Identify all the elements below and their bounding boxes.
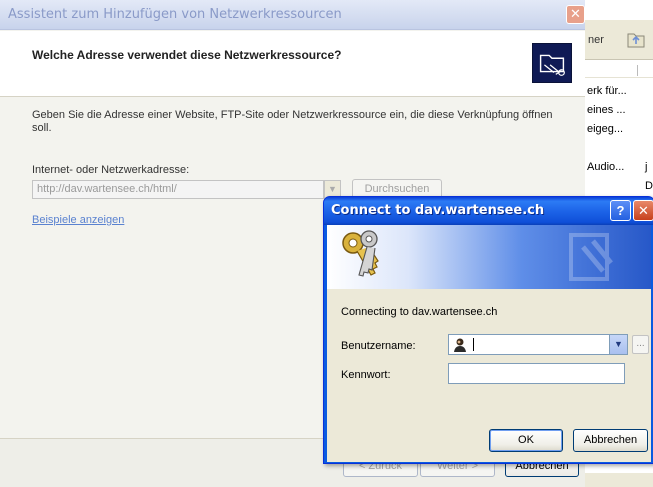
dialog-banner [327, 225, 651, 289]
keys-icon [342, 230, 379, 277]
list-item[interactable] [585, 139, 653, 158]
wizard-header: Welche Adresse verwendet diese Netzwerkr… [0, 31, 585, 97]
username-label: Benutzername: [341, 340, 416, 352]
dialog-close-button[interactable]: ✕ [633, 200, 653, 221]
list-item[interactable]: erk für... [585, 82, 653, 101]
network-folder-icon [532, 43, 572, 83]
connecting-text: Connecting to dav.wartensee.ch [341, 306, 498, 318]
list-header [585, 62, 653, 78]
wizard-close-button[interactable]: ✕ [566, 5, 585, 24]
list-item[interactable]: eigeg... [585, 120, 653, 139]
list-item[interactable]: Audio... j [585, 158, 653, 177]
status-bar [585, 473, 653, 487]
username-field[interactable] [448, 334, 628, 355]
help-button[interactable]: ? [610, 200, 631, 221]
browse-credentials-button[interactable]: ... [632, 335, 649, 354]
chevron-down-icon[interactable]: ▼ [609, 335, 627, 354]
connect-dialog: Connect to dav.wartensee.ch ? ✕ Connecti… [323, 196, 653, 464]
list-item[interactable]: eines ... [585, 101, 653, 120]
dialog-title: Connect to dav.wartensee.ch [331, 203, 545, 218]
ok-button[interactable]: OK [489, 429, 563, 452]
toolbar-text[interactable]: ner [588, 34, 604, 46]
file-list: erk für... eines ... eigeg... Audio... j … [585, 82, 653, 196]
wizard-title: Assistent zum Hinzufügen von Netzwerkres… [8, 7, 342, 22]
wizard-question: Welche Adresse verwendet diese Netzwerkr… [32, 48, 342, 62]
wizard-title-bar[interactable]: Assistent zum Hinzufügen von Netzwerkres… [0, 0, 585, 30]
explorer-toolbar: ner [585, 20, 653, 60]
password-label: Kennwort: [341, 369, 391, 381]
address-input[interactable]: http://dav.wartensee.ch/html/ [32, 180, 324, 199]
show-examples-link[interactable]: Beispiele anzeigen [32, 214, 124, 226]
folder-up-icon[interactable] [625, 28, 647, 50]
address-label: Internet- oder Netzwerkadresse: [32, 164, 190, 176]
text-cursor [473, 338, 474, 351]
wizard-description: Geben Sie die Adresse einer Website, FTP… [32, 109, 553, 134]
banner-watermark-icon [569, 233, 613, 281]
list-item[interactable]: D [585, 177, 653, 196]
cancel-button[interactable]: Abbrechen [573, 429, 648, 452]
dialog-title-bar[interactable]: Connect to dav.wartensee.ch ? ✕ [324, 197, 653, 225]
password-field[interactable] [448, 363, 625, 384]
dialog-content: Connecting to dav.wartensee.ch Benutzern… [327, 225, 651, 462]
user-icon [454, 338, 466, 352]
